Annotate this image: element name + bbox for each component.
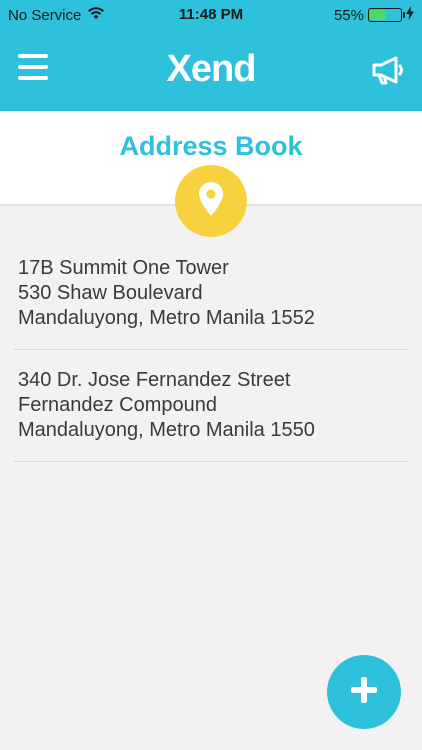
address-line-2: Fernandez Compound <box>18 394 218 416</box>
battery-level-fill <box>370 10 386 20</box>
address-line-1: 17B Summit One Tower <box>18 257 229 279</box>
megaphone-icon <box>370 56 406 92</box>
page-title: Address Book <box>119 131 303 161</box>
battery-percent: 55% <box>333 6 364 24</box>
address-item[interactable]: 340 Dr. Jose Fernandez Street Fernandez … <box>14 350 408 462</box>
address-list: 17B Summit One Tower 530 Shaw Boulevard … <box>14 238 408 462</box>
address-line-3: Mandaluyong, Metro Manila 1550 <box>18 419 315 441</box>
battery-icon <box>368 8 405 22</box>
status-right: 55% <box>334 6 414 24</box>
address-line-1: 340 Dr. Jose Fernandez Street <box>18 369 291 391</box>
map-pin-icon <box>198 181 224 222</box>
logo-text: Xend <box>166 48 257 90</box>
announcements-button[interactable] <box>370 52 406 88</box>
nav-bar: Xend <box>0 30 422 111</box>
xend-logo: Xend <box>0 48 422 91</box>
status-bar: No Service 11:48 PM 55% <box>0 0 422 30</box>
add-address-button[interactable] <box>327 655 401 729</box>
address-line-3: Mandaluyong, Metro Manila 1552 <box>18 307 315 329</box>
address-item[interactable]: 17B Summit One Tower 530 Shaw Boulevard … <box>14 238 408 350</box>
location-badge <box>175 165 247 237</box>
plus-icon <box>350 676 378 709</box>
address-line-2: 530 Shaw Boulevard <box>18 282 203 304</box>
charging-bolt-icon <box>406 6 414 24</box>
